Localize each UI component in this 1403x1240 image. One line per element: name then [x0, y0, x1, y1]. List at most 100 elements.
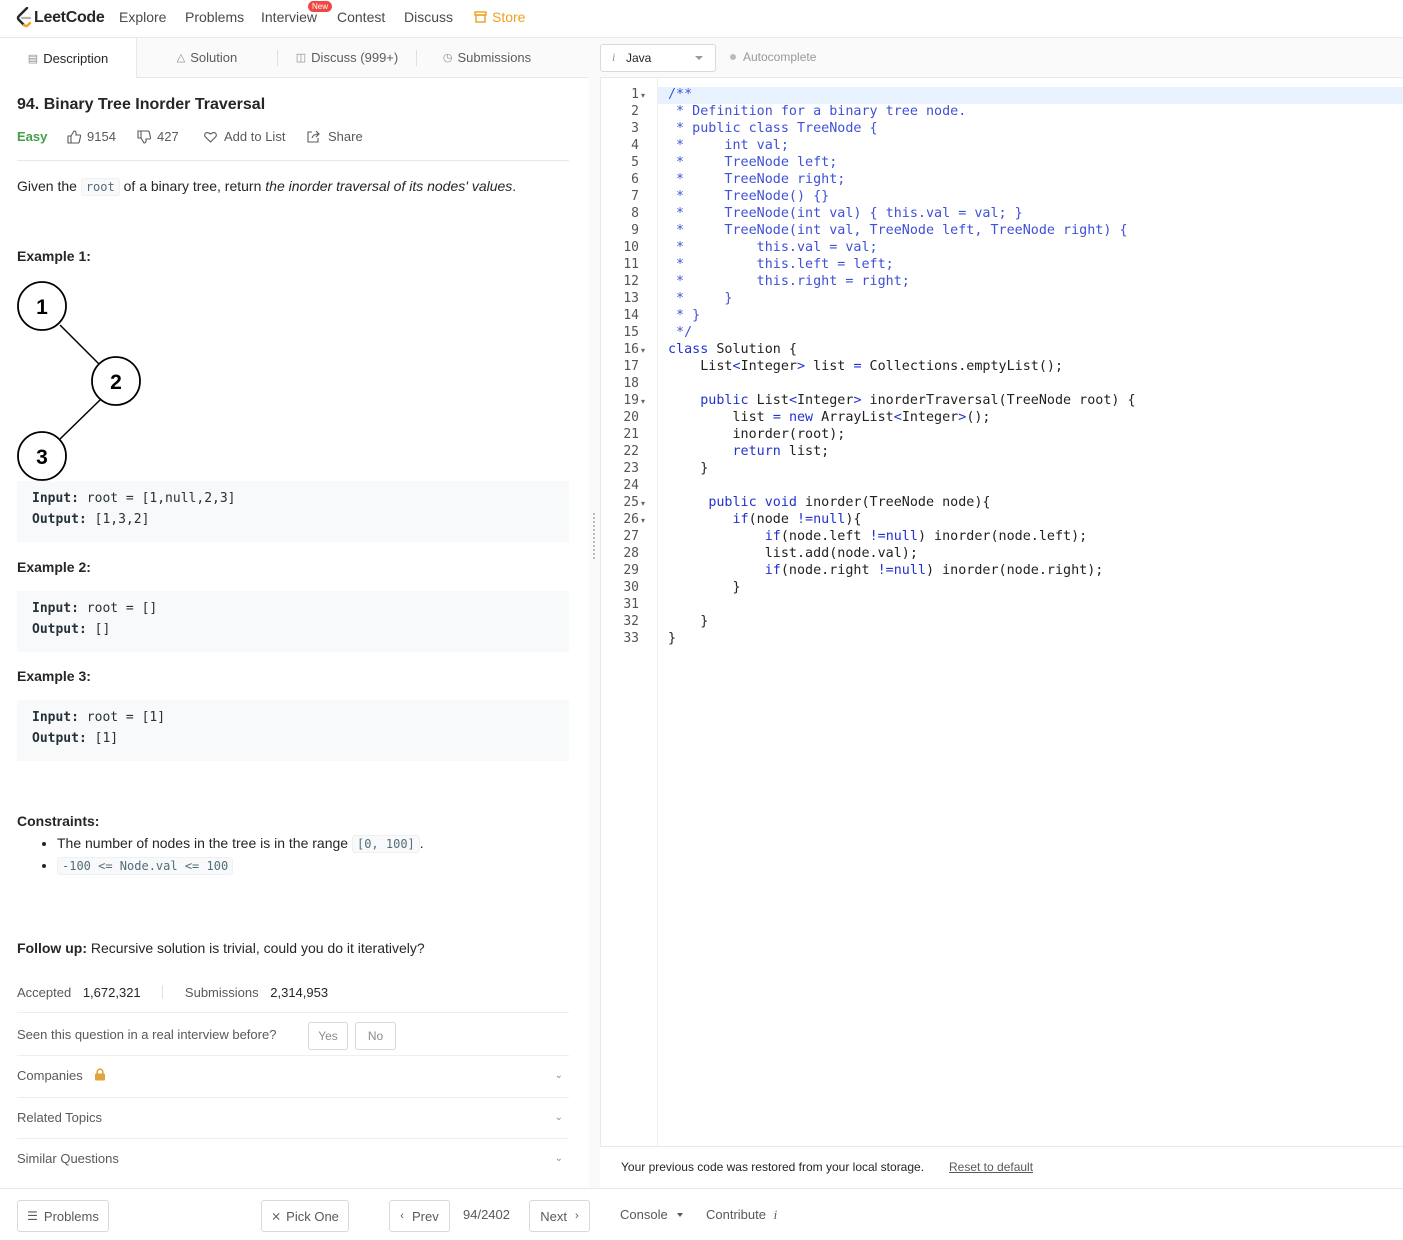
line-number: 15: [623, 325, 639, 340]
nav-discuss[interactable]: Discuss: [404, 9, 453, 25]
fold-arrow-icon[interactable]: ▾: [641, 346, 645, 355]
code-token: List: [748, 393, 789, 408]
accepted-count: 1,672,321: [82, 985, 141, 1000]
nav-interview[interactable]: Interview: [261, 9, 317, 25]
code-line: }: [668, 461, 708, 476]
next-button[interactable]: Next ›: [529, 1200, 590, 1232]
submissions-label: Submissions: [184, 985, 259, 1000]
output-label: Output:: [32, 731, 87, 746]
problem-stats: Accepted 1,672,321 Submissions 2,314,953: [17, 985, 328, 1000]
divider: [17, 160, 569, 161]
no-button[interactable]: No: [355, 1022, 396, 1050]
problem-tabs: ▤ Description △ Solution ◫ Discuss (999+…: [0, 38, 589, 78]
reset-to-default-link[interactable]: Reset to default: [949, 1160, 1033, 1174]
code-token: !=: [797, 512, 814, 527]
line-number: 18: [623, 376, 639, 391]
thumbs-down-icon: [137, 129, 151, 144]
code-token: =: [772, 410, 781, 425]
code-token: null: [885, 529, 918, 544]
problem-title: 94. Binary Tree Inorder Traversal: [17, 96, 266, 113]
output-label: Output:: [32, 622, 87, 637]
follow-up-text: Recursive solution is trivial, could you…: [86, 940, 425, 956]
like-button[interactable]: 9154: [67, 129, 116, 144]
tab-description[interactable]: ▤ Description: [0, 38, 137, 78]
fold-arrow-icon[interactable]: ▾: [641, 499, 645, 508]
thumbs-up-icon: [67, 129, 81, 144]
desc-text: .: [512, 178, 517, 194]
leetcode-logo[interactable]: LeetCode: [16, 6, 105, 30]
code-token: list: [805, 359, 854, 374]
difficulty-badge: Easy: [17, 129, 48, 144]
code-line: List<Integer> list = Collections.emptyLi…: [668, 359, 1063, 374]
code-line: * TreeNode() {}: [668, 189, 830, 204]
contribute-button[interactable]: Contribute i: [706, 1207, 777, 1223]
fold-arrow-icon[interactable]: ▾: [641, 397, 645, 406]
nav-store[interactable]: Store: [474, 9, 525, 25]
line-number: 22: [623, 444, 639, 459]
fold-arrow-icon[interactable]: ▾: [641, 516, 645, 525]
dislike-button[interactable]: 427: [137, 129, 179, 144]
desc-emphasis: the inorder traversal of its nodes' valu…: [265, 178, 513, 194]
code-token: =: [853, 359, 862, 374]
share-button[interactable]: Share: [307, 129, 363, 144]
code-token: }: [668, 614, 709, 629]
prev-label: Prev: [411, 1208, 439, 1224]
language-select[interactable]: i Java: [600, 44, 716, 72]
nav-explore[interactable]: Explore: [119, 9, 166, 25]
contribute-label: Contribute: [706, 1207, 766, 1222]
code-token: if: [764, 563, 781, 578]
output-value: [1,3,2]: [86, 512, 150, 527]
restore-message-bar: Your previous code was restored from you…: [600, 1146, 1403, 1189]
code-token: if: [764, 529, 781, 544]
line-number: 6: [631, 172, 639, 187]
fold-arrow-icon[interactable]: ▾: [641, 91, 645, 100]
line-number: 31: [623, 597, 639, 612]
example-heading: Example 2:: [17, 559, 91, 575]
line-number: 23: [623, 461, 639, 476]
code-line: * TreeNode right;: [668, 172, 846, 187]
chevron-down-icon: ⌄: [554, 1112, 563, 1123]
tab-solution[interactable]: △ Solution: [137, 38, 277, 77]
yes-button[interactable]: Yes: [308, 1022, 348, 1050]
companies-accordion[interactable]: Companies ⌄: [17, 1068, 569, 1083]
example-heading: Example 3:: [17, 668, 91, 684]
code-token: Integer: [740, 359, 797, 374]
code-line: }: [668, 580, 740, 595]
nav-contest[interactable]: Contest: [337, 9, 385, 25]
interview-question: Seen this question in a real interview b…: [17, 1027, 277, 1042]
nav-problems[interactable]: Problems: [185, 9, 244, 25]
pick-one-button[interactable]: ⨯ Pick One: [261, 1200, 349, 1232]
prev-button[interactable]: ‹ Prev: [389, 1200, 450, 1232]
divider: [17, 1138, 569, 1139]
problem-panel: ▤ Description △ Solution ◫ Discuss (999+…: [0, 38, 590, 1188]
line-number: 26: [623, 512, 639, 527]
code-token: ) inorder(node.right);: [926, 563, 1104, 578]
autocomplete-toggle[interactable]: Autocomplete: [730, 50, 816, 64]
tab-solution-label: Solution: [190, 50, 238, 65]
comment-icon: ◫: [295, 52, 307, 64]
similar-questions-accordion[interactable]: Similar Questions ⌄: [17, 1151, 569, 1166]
language-label: Java: [626, 51, 652, 65]
line-number-gutter: 1 ▾ 2 3 4 5 6 7 8 9 10 11 12 13 14 15 16 ▾ 17 18 19 ▾ 20 21 22 23…: [601, 78, 658, 1146]
console-button[interactable]: Console: [620, 1207, 684, 1222]
like-count: 9154: [87, 129, 116, 144]
constraint-text: .: [419, 835, 424, 851]
tab-discuss-label: Discuss (999+): [311, 50, 399, 65]
tab-submissions[interactable]: ◷ Submissions: [417, 38, 557, 77]
restore-message: Your previous code was restored from you…: [621, 1160, 925, 1174]
editor-toolbar: i Java Autocomplete: [600, 38, 1403, 78]
splitter-handle[interactable]: [593, 513, 597, 559]
code-token: public: [708, 495, 757, 510]
code-line: * int val;: [668, 138, 789, 153]
related-topics-accordion[interactable]: Related Topics ⌄: [17, 1110, 569, 1125]
top-navbar: LeetCode Explore Problems Interview New …: [0, 0, 1403, 38]
info-icon: i: [773, 1207, 778, 1222]
code-line: }: [668, 614, 708, 629]
code-editor[interactable]: 1 ▾ 2 3 4 5 6 7 8 9 10 11 12 13 14 15 16 ▾ 17 18 19 ▾ 20 21 22 23…: [600, 78, 1403, 1146]
tab-discuss[interactable]: ◫ Discuss (999+): [278, 38, 416, 77]
add-to-list-button[interactable]: Add to List: [204, 129, 285, 144]
problems-button[interactable]: ☰ Problems: [17, 1200, 109, 1232]
panel-splitter[interactable]: [589, 38, 600, 1188]
code-token: ){: [845, 512, 862, 527]
input-label: Input:: [32, 491, 79, 506]
